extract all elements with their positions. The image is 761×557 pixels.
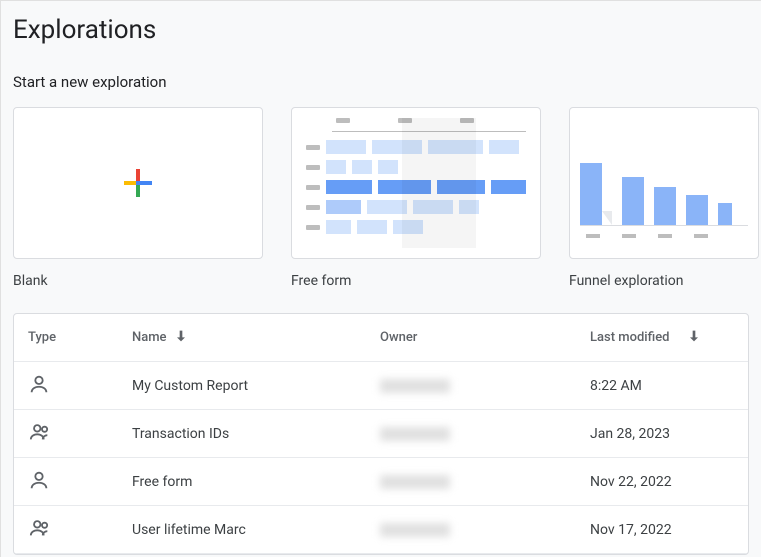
row-last-modified: Nov 22, 2022 bbox=[590, 474, 734, 490]
template-freeform: Free form bbox=[291, 107, 541, 289]
row-last-modified: Jan 28, 2023 bbox=[590, 426, 734, 442]
column-header-name-label: Name bbox=[132, 330, 167, 345]
group-icon bbox=[28, 421, 52, 447]
template-freeform-label: Free form bbox=[291, 273, 541, 289]
table-row[interactable]: My Custom Report 8:22 AM bbox=[14, 362, 748, 410]
row-last-modified: 8:22 AM bbox=[590, 378, 734, 394]
template-funnel-label: Funnel exploration bbox=[569, 273, 759, 289]
row-name: Free form bbox=[132, 474, 380, 490]
table-row[interactable]: Free form Nov 22, 2022 bbox=[14, 458, 748, 506]
person-icon bbox=[28, 373, 50, 399]
template-blank-label: Blank bbox=[13, 273, 263, 289]
table-header: Type Name Owner Last modified bbox=[14, 314, 748, 362]
row-owner bbox=[380, 475, 590, 489]
sort-arrow-down-icon bbox=[173, 328, 189, 348]
template-blank-card[interactable] bbox=[13, 107, 263, 259]
template-blank: Blank bbox=[13, 107, 263, 289]
row-owner bbox=[380, 523, 590, 537]
row-last-modified: Nov 17, 2022 bbox=[590, 522, 734, 538]
column-header-owner[interactable]: Owner bbox=[380, 330, 590, 345]
explorations-table: Type Name Owner Last modified My Custom … bbox=[13, 313, 749, 555]
row-name: Transaction IDs bbox=[132, 426, 380, 442]
sort-arrow-down-icon bbox=[686, 328, 702, 348]
column-header-last-modified[interactable]: Last modified bbox=[590, 328, 734, 348]
template-freeform-card[interactable] bbox=[291, 107, 541, 259]
page-title: Explorations bbox=[13, 15, 749, 45]
column-header-type[interactable]: Type bbox=[28, 330, 132, 345]
template-funnel-card[interactable] bbox=[569, 107, 759, 259]
row-owner bbox=[380, 379, 590, 393]
column-header-name[interactable]: Name bbox=[132, 328, 380, 348]
column-header-last-modified-label: Last modified bbox=[590, 330, 670, 345]
table-row[interactable]: Transaction IDs Jan 28, 2023 bbox=[14, 410, 748, 458]
table-row[interactable]: User lifetime Marc Nov 17, 2022 bbox=[14, 506, 748, 554]
freeform-thumb bbox=[306, 118, 526, 248]
start-section-title: Start a new exploration bbox=[13, 73, 749, 91]
template-funnel: Funnel exploration bbox=[569, 107, 759, 289]
row-name: User lifetime Marc bbox=[132, 522, 380, 538]
row-owner bbox=[380, 427, 590, 441]
plus-icon bbox=[122, 167, 154, 199]
person-icon bbox=[28, 469, 50, 495]
group-icon bbox=[28, 517, 52, 543]
template-gallery: Blank bbox=[13, 107, 749, 289]
row-name: My Custom Report bbox=[132, 378, 380, 394]
funnel-thumb bbox=[574, 128, 754, 238]
